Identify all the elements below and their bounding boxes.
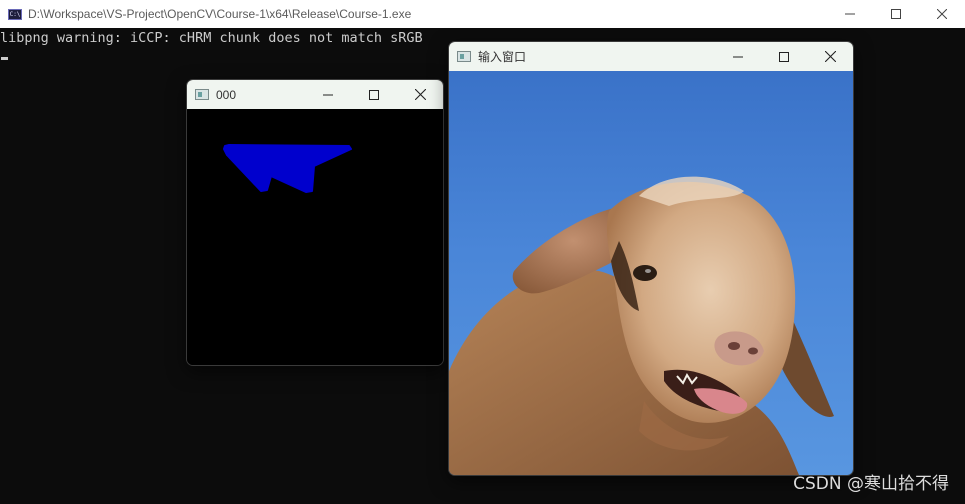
console-cursor [1, 57, 8, 60]
window-000-close-button[interactable] [397, 80, 443, 109]
console-output: libpng warning: iCCP: cHRM chunk does no… [0, 30, 423, 46]
window-input-close-button[interactable] [807, 42, 853, 71]
window-000-minimize-button[interactable] [305, 80, 351, 109]
minimize-icon [323, 94, 333, 95]
opencv-window-icon [195, 89, 209, 100]
console-window-controls [827, 0, 965, 28]
window-input-minimize-button[interactable] [715, 42, 761, 71]
console-minimize-button[interactable] [827, 0, 873, 28]
window-000-canvas [187, 109, 443, 365]
opencv-window-input[interactable]: 输入窗口 [448, 41, 854, 476]
window-000-maximize-button[interactable] [351, 80, 397, 109]
window-input-titlebar[interactable]: 输入窗口 [449, 42, 853, 71]
window-000-controls [305, 80, 443, 109]
window-input-title: 输入窗口 [478, 50, 527, 64]
close-icon [824, 51, 836, 62]
csdn-watermark: CSDN @寒山拾不得 [793, 474, 949, 494]
polygon-drawing [223, 144, 352, 193]
minimize-icon [845, 13, 855, 15]
window-input-maximize-button[interactable] [761, 42, 807, 71]
maximize-icon [369, 89, 379, 100]
maximize-icon [891, 9, 901, 19]
maximize-icon [779, 51, 789, 62]
console-app-icon: C:\ [8, 8, 22, 20]
minimize-icon [733, 56, 743, 57]
console-maximize-button[interactable] [873, 0, 919, 28]
sheep-illustration [449, 176, 834, 475]
sheep-eye [633, 265, 657, 281]
window-000-titlebar[interactable]: 000 [187, 80, 443, 109]
console-titlebar[interactable]: C:\ D:\Workspace\VS-Project\OpenCV\Cours… [0, 0, 965, 28]
console-close-button[interactable] [919, 0, 965, 28]
opencv-window-000[interactable]: 000 [186, 79, 444, 366]
window-input-controls [715, 42, 853, 71]
sheep-photo [449, 71, 853, 475]
close-icon [937, 9, 947, 19]
console-title: D:\Workspace\VS-Project\OpenCV\Course-1\… [28, 7, 412, 21]
filled-blue-polygon [223, 144, 352, 193]
opencv-window-icon [457, 51, 471, 62]
window-000-title: 000 [216, 87, 237, 102]
close-icon [414, 89, 426, 100]
